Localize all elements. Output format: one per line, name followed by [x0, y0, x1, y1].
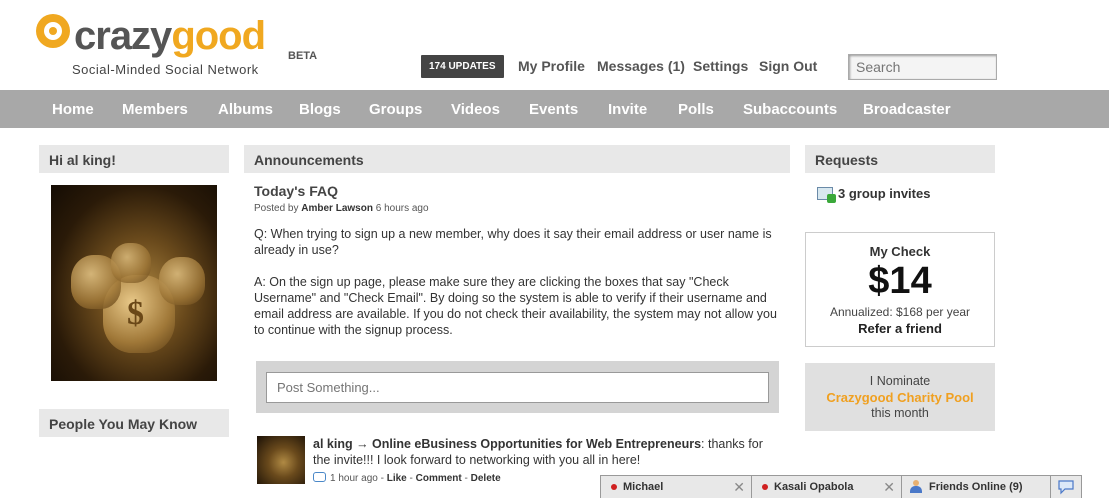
- check-annualized: Annualized: $168 per year: [829, 305, 971, 319]
- beta-label: BETA: [288, 50, 318, 62]
- faq-question: Q: When trying to sign up a new member, …: [254, 227, 772, 257]
- feed-item-meta: 1 hour ago - Like - Comment - Delete: [313, 472, 501, 484]
- comment-link[interactable]: Comment: [416, 473, 462, 484]
- nav-videos[interactable]: Videos: [451, 101, 500, 118]
- nav-events[interactable]: Events: [529, 101, 578, 118]
- nav-invite[interactable]: Invite: [608, 101, 647, 118]
- post-something-input[interactable]: [266, 372, 769, 403]
- header: crazygood BETA Social-Minded Social Netw…: [0, 0, 1109, 90]
- nav-subaccounts[interactable]: Subaccounts: [743, 101, 837, 118]
- check-title: My Check: [869, 244, 931, 259]
- people-you-may-know-header: People You May Know: [39, 409, 229, 437]
- nav-home[interactable]: Home: [52, 101, 94, 118]
- logo-tagline: Social-Minded Social Network: [72, 62, 259, 77]
- main-nav: Home Members Albums Blogs Groups Videos …: [0, 90, 1109, 128]
- feed-headline-link[interactable]: al king → Online eBusiness Opportunities…: [313, 437, 701, 451]
- nominate-period: this month: [871, 406, 929, 420]
- search-input[interactable]: [848, 54, 997, 80]
- logo-wordmark: crazygood: [74, 14, 266, 58]
- my-profile-link[interactable]: My Profile: [518, 58, 585, 74]
- feed-avatar[interactable]: [257, 436, 305, 484]
- close-chat-icon[interactable]: ✕: [883, 479, 895, 496]
- offline-status-icon: [611, 484, 617, 490]
- logo-mark-icon: [36, 14, 70, 48]
- charity-pool-link[interactable]: Crazygood Charity Pool: [805, 390, 995, 405]
- nav-albums[interactable]: Albums: [218, 101, 273, 118]
- post-composer: [256, 361, 779, 413]
- friends-online-tab[interactable]: Friends Online (9): [901, 475, 1051, 498]
- comment-bubble-icon: [313, 472, 326, 482]
- nav-broadcaster[interactable]: Broadcaster: [863, 101, 951, 118]
- nominate-box: I Nominate Crazygood Charity Pool this m…: [805, 363, 995, 431]
- group-invite-icon: [817, 187, 836, 203]
- like-link[interactable]: Like: [387, 473, 407, 484]
- nav-groups[interactable]: Groups: [369, 101, 422, 118]
- chat-options-tab[interactable]: [1050, 475, 1082, 498]
- refer-a-friend-link[interactable]: Refer a friend: [806, 321, 994, 336]
- group-invites-link[interactable]: 3 group invites: [838, 186, 930, 201]
- chat-bubble-icon: [1058, 480, 1074, 495]
- check-amount: $14: [868, 260, 932, 302]
- crazygood-logo[interactable]: crazygood BETA Social-Minded Social Netw…: [36, 10, 318, 80]
- nav-blogs[interactable]: Blogs: [299, 101, 341, 118]
- close-chat-icon[interactable]: ✕: [733, 479, 745, 496]
- faq-answer: A: On the sign up page, please make sure…: [254, 275, 777, 337]
- offline-status-icon: [762, 484, 768, 490]
- profile-avatar[interactable]: $: [51, 185, 217, 381]
- chat-tab-michael[interactable]: Michael ✕: [600, 475, 752, 498]
- delete-link[interactable]: Delete: [471, 473, 501, 484]
- requests-header: Requests: [805, 145, 995, 173]
- posted-by: Posted by Amber Lawson 6 hours ago: [254, 203, 429, 214]
- messages-link[interactable]: Messages (1): [597, 58, 685, 74]
- nav-polls[interactable]: Polls: [678, 101, 714, 118]
- my-check-box: My Check $14 Annualized: $168 per year R…: [805, 232, 995, 347]
- chat-tab-kasali[interactable]: Kasali Opabola ✕: [751, 475, 902, 498]
- updates-button[interactable]: 174 UPDATES: [421, 55, 504, 78]
- nominate-label: I Nominate: [869, 374, 931, 388]
- friend-icon: [910, 480, 922, 493]
- settings-link[interactable]: Settings: [693, 58, 748, 74]
- faq-title: Today's FAQ: [254, 183, 338, 199]
- sign-out-link[interactable]: Sign Out: [759, 58, 817, 74]
- greeting-header: Hi al king!: [39, 145, 229, 173]
- nav-members[interactable]: Members: [122, 101, 188, 118]
- announcements-header: Announcements: [244, 145, 790, 173]
- feed-item-text: al king → Online eBusiness Opportunities…: [313, 437, 763, 467]
- posted-author-link[interactable]: Amber Lawson: [301, 203, 373, 214]
